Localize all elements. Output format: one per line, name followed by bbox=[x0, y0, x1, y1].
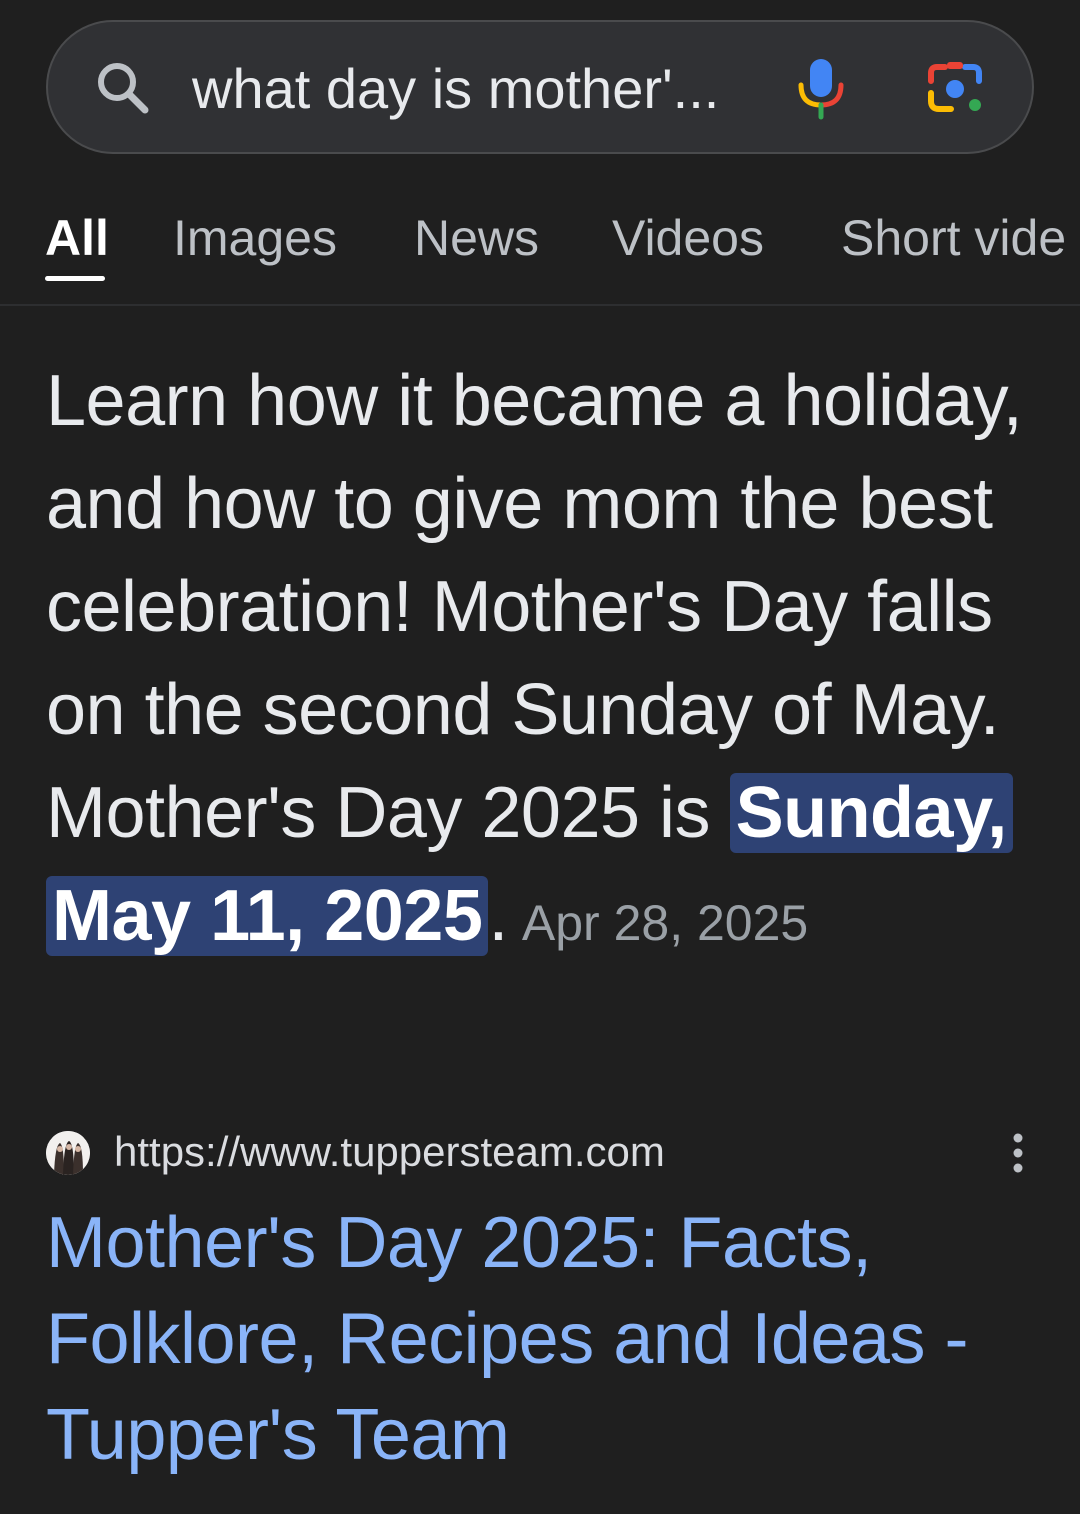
tab-short-videos[interactable]: Short vide bbox=[841, 208, 1066, 268]
result-url[interactable]: https://www.tuppersteam.com bbox=[114, 1126, 665, 1178]
active-tab-indicator bbox=[45, 276, 105, 281]
result-title-link[interactable]: Mother's Day 2025: Facts, Folklore, Reci… bbox=[46, 1195, 1036, 1483]
tab-images[interactable]: Images bbox=[173, 208, 337, 268]
snippet-date: Apr 28, 2025 bbox=[521, 895, 809, 951]
tab-news[interactable]: News bbox=[414, 208, 539, 268]
search-icon[interactable] bbox=[95, 60, 151, 116]
camera-lens-icon[interactable] bbox=[925, 59, 987, 117]
tab-all[interactable]: All bbox=[45, 208, 109, 268]
result-source[interactable]: https://www.tuppersteam.com bbox=[46, 1126, 1046, 1180]
featured-snippet: Learn how it became a holiday, and how t… bbox=[46, 350, 1046, 975]
snippet-period: . bbox=[488, 876, 508, 956]
microphone-icon[interactable] bbox=[793, 55, 849, 121]
site-favicon bbox=[46, 1131, 90, 1175]
tab-videos[interactable]: Videos bbox=[612, 208, 764, 268]
search-input[interactable]: what day is mother'... bbox=[192, 56, 719, 122]
search-tabs: All Images News Videos Short vide bbox=[0, 178, 1080, 306]
more-options-icon[interactable] bbox=[1006, 1130, 1030, 1176]
